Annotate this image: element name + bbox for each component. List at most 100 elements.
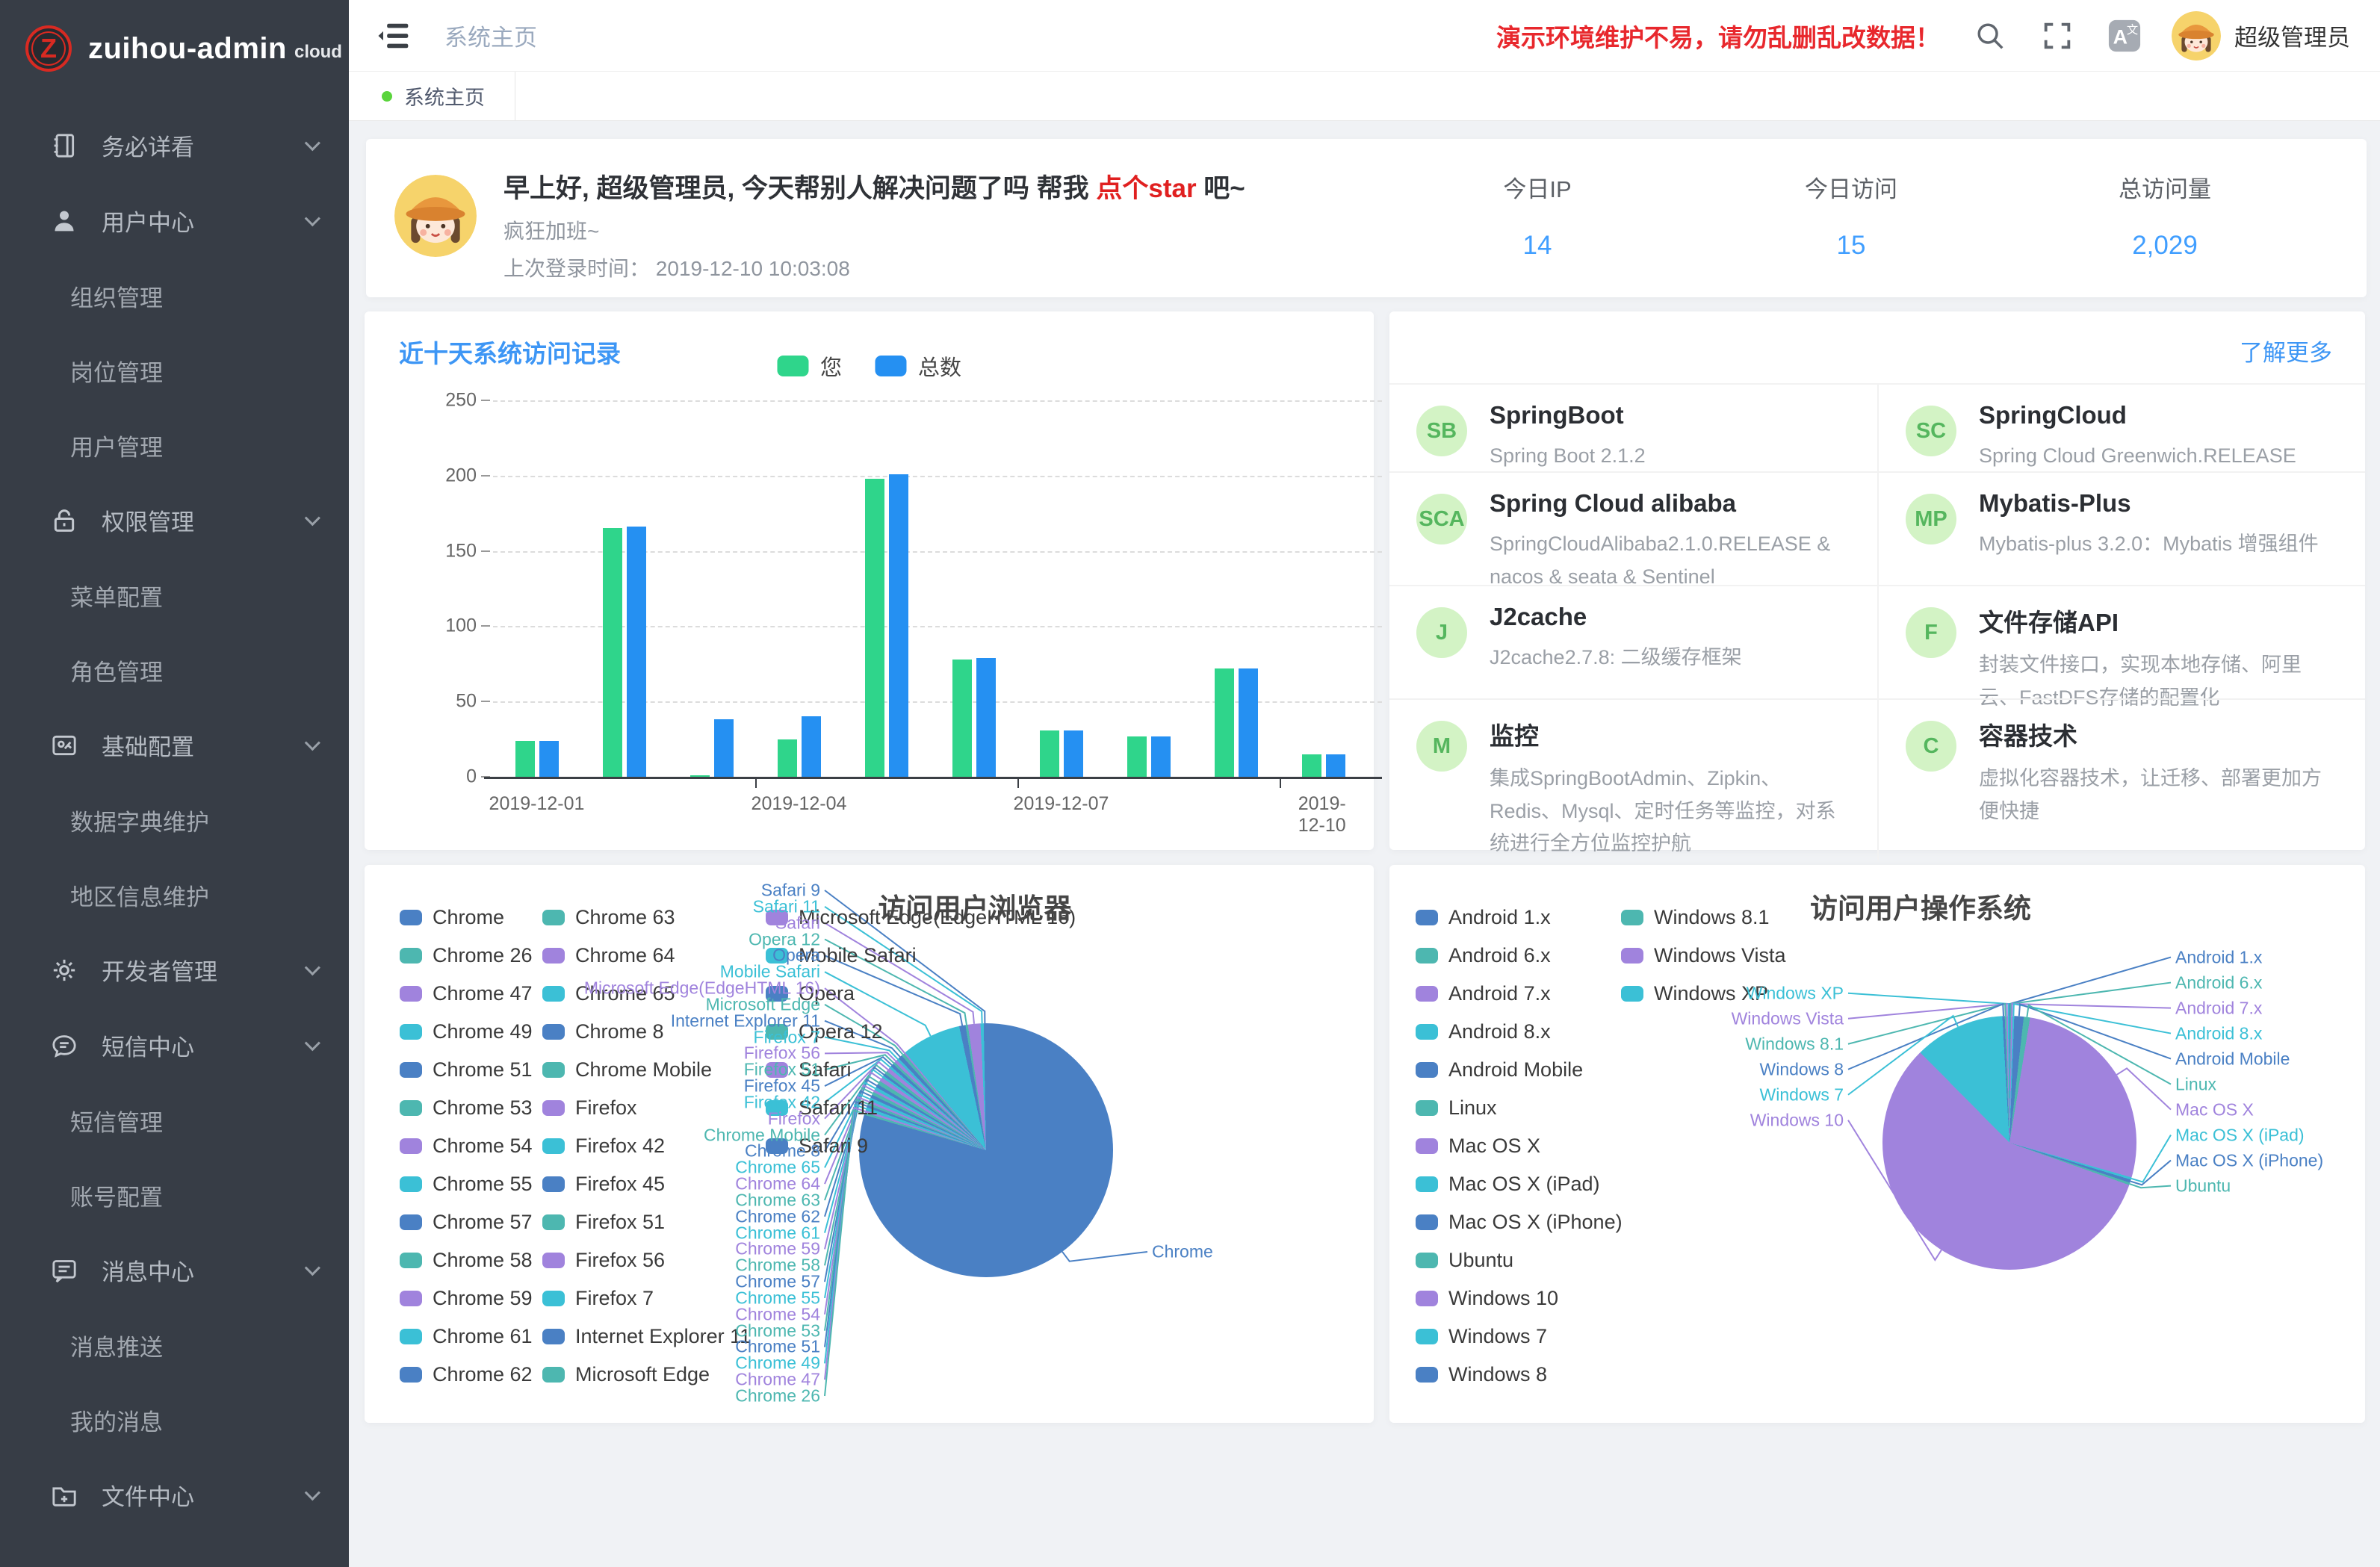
pie-callout-Windows Vista: Windows Vista <box>1389 1008 1844 1028</box>
demo-warning-text: 演示环境维护不易，请勿乱删乱改数据！ <box>1496 18 1940 54</box>
sidebar-subitem-1-1[interactable]: 岗位管理 <box>0 333 349 408</box>
tech-item-desc: J2cache2.7.8: 二级缓存框架 <box>1490 642 1742 674</box>
bar-总数-2019-12-10 <box>1326 754 1345 777</box>
greeting-card: 早上好, 超级管理员, 今天帮别人解决问题了吗 帮我 点个star 吧~ 疯狂加… <box>366 139 2367 297</box>
legend-item-Windows 8.1[interactable]: Windows 8.1 <box>1621 906 1770 929</box>
os-chart-card: 访问用户操作系统 Android 1.xAndroid 6.xAndroid 7… <box>1389 865 2365 1423</box>
sidebar-item-label: 文件中心 <box>102 1478 194 1512</box>
sidebar-item-5[interactable]: 短信中心 <box>0 1008 349 1083</box>
tech-grid: SB SpringBootSpring Boot 2.1.2 SCSpringClo… <box>1389 383 2365 840</box>
tech-item-body: J2cacheJ2cache2.7.8: 二级缓存框架 <box>1490 603 1742 698</box>
tech-item-name: Spring Cloud alibaba <box>1490 489 1850 518</box>
tech-abbr-icon: SB <box>1416 406 1467 456</box>
legend-item-Windows Vista[interactable]: Windows Vista <box>1621 944 1786 967</box>
pie-callout-Android 1.x: Android 1.x <box>2175 947 2359 967</box>
bar-总数-2019-12-08 <box>1151 736 1171 777</box>
sidebar-subitem-2-1[interactable]: 角色管理 <box>0 633 349 707</box>
tech-abbr-icon: M <box>1416 721 1467 772</box>
legend-item-Windows 8[interactable]: Windows 8 <box>1416 1363 1547 1386</box>
pie-callout-Chrome 26: Chrome 26 <box>365 1386 820 1406</box>
y-axis-tick-label: 200 <box>387 465 477 486</box>
sidebar-item-0[interactable]: 务必详看 <box>0 108 349 183</box>
tech-item-desc: Spring Cloud Greenwich.RELEASE <box>1979 440 2296 473</box>
legend-swatch <box>1416 1291 1438 1306</box>
search-icon[interactable] <box>1973 19 2007 53</box>
sidebar-item-6[interactable]: 消息中心 <box>0 1232 349 1308</box>
x-axis-tick-label: 2019-12-10 <box>1298 793 1349 837</box>
legend-item-Mac OS X[interactable]: Mac OS X <box>1416 1135 1540 1158</box>
sidebar-subitem-3-1[interactable]: 地区信息维护 <box>0 857 349 932</box>
tab-home[interactable]: 系统主页 <box>349 72 515 120</box>
tech-item-name: 监控 <box>1490 716 1850 752</box>
current-user-name[interactable]: 超级管理员 <box>2234 19 2350 52</box>
sidebar-item-1[interactable]: 用户中心 <box>0 183 349 258</box>
sidebar-item-4[interactable]: 开发者管理 <box>0 932 349 1008</box>
legend-swatch <box>1416 1329 1438 1344</box>
legend-label: Mac OS X (iPad) <box>1448 1173 1600 1196</box>
legend-label: Windows 7 <box>1448 1325 1547 1348</box>
menu-fold-icon[interactable] <box>376 16 415 55</box>
language-icon[interactable]: A文 <box>2107 19 2142 53</box>
legend-label: Ubuntu <box>1448 1249 1513 1272</box>
bar-您-2019-12-10 <box>1302 754 1321 777</box>
legend-item-Mac OS X (iPad)[interactable]: Mac OS X (iPad) <box>1416 1173 1600 1196</box>
legend-item-Windows 7[interactable]: Windows 7 <box>1416 1325 1547 1348</box>
tech-item-7: C容器技术虚拟化容器技术，让迁移、部署更加方便快捷 <box>1877 698 2365 860</box>
bar-您-2019-12-06 <box>952 660 972 777</box>
tech-item-body: SpringBootSpring Boot 2.1.2 <box>1490 401 1646 471</box>
sidebar-subitem-6-1[interactable]: 我的消息 <box>0 1383 349 1457</box>
tech-item-body: 监控集成SpringBootAdmin、Zipkin、Redis、Mysql、定… <box>1490 716 1850 860</box>
tech-item-2: SCASpring Cloud alibabaSpringCloudAlibab… <box>1389 471 1877 585</box>
sidebar-subitem-1-2[interactable]: 用户管理 <box>0 408 349 482</box>
gear-icon <box>49 955 79 985</box>
tech-item-desc: SpringCloudAlibaba2.1.0.RELEASE & nacos … <box>1490 528 1850 593</box>
os-card-pie[interactable] <box>1882 1016 2136 1270</box>
sidebar-subitem-1-0[interactable]: 组织管理 <box>0 258 349 333</box>
sidebar-subitem-5-0[interactable]: 短信管理 <box>0 1083 349 1158</box>
pie-callout-Mac OS X (iPad): Mac OS X (iPad) <box>2175 1125 2359 1145</box>
sidebar-subitem-3-0[interactable]: 数据字典维护 <box>0 783 349 857</box>
user-avatar[interactable] <box>2172 11 2221 60</box>
tech-item-0: SB SpringBootSpring Boot 2.1.2 <box>1389 383 1877 471</box>
legend-swatch <box>1621 948 1643 964</box>
chevron-down-icon <box>305 1035 320 1051</box>
sidebar-subitem-6-0[interactable]: 消息推送 <box>0 1308 349 1383</box>
tech-item-1: SCSpringCloudSpring Cloud Greenwich.RELE… <box>1877 383 2365 471</box>
legend-label: Android 1.x <box>1448 906 1551 929</box>
app-title: zuihou-admin <box>88 32 287 66</box>
breadcrumb: 系统主页 <box>444 19 537 52</box>
visit-bar-chart[interactable]: 0501001502002502019-12-012019-12-042019-… <box>365 311 1374 850</box>
brw-card-pie[interactable] <box>859 1023 1113 1277</box>
sidebar-item-2[interactable]: 权限管理 <box>0 482 349 558</box>
legend-item-Android 6.x[interactable]: Android 6.x <box>1416 944 1551 967</box>
star-link[interactable]: 点个star <box>1096 174 1196 203</box>
bar-您-2019-12-02 <box>603 528 622 777</box>
tech-item-6: M 监控集成SpringBootAdmin、Zipkin、Redis、Mysql、… <box>1389 698 1877 860</box>
sidebar-subitem-5-1[interactable]: 账号配置 <box>0 1158 349 1232</box>
pie-callout-Android 6.x: Android 6.x <box>2175 972 2359 993</box>
legend-item-Mac OS X (iPhone)[interactable]: Mac OS X (iPhone) <box>1416 1211 1623 1234</box>
sidebar-item-7[interactable]: 文件中心 <box>0 1457 349 1533</box>
legend-label: Windows Vista <box>1654 944 1786 967</box>
tech-item-name: Mybatis-Plus <box>1979 489 2319 518</box>
legend-item-Android 1.x[interactable]: Android 1.x <box>1416 906 1551 929</box>
chevron-down-icon <box>305 735 320 751</box>
tech-item-name: 文件存储API <box>1979 603 2338 639</box>
stat-2: 总访问量2,029 <box>2008 170 2322 261</box>
sidebar-item-3[interactable]: 基础配置 <box>0 707 349 783</box>
stat-label: 总访问量 <box>2008 170 2322 204</box>
fullscreen-icon[interactable] <box>2040 19 2074 53</box>
legend-item-Windows 10[interactable]: Windows 10 <box>1416 1287 1558 1310</box>
app-title-suffix: cloud <box>294 42 342 63</box>
sidebar-item-label: 权限管理 <box>102 503 194 537</box>
sidebar-subitem-2-0[interactable]: 菜单配置 <box>0 558 349 633</box>
message-icon <box>49 1256 79 1285</box>
learn-more-link[interactable]: 了解更多 <box>2240 334 2332 367</box>
legend-item-Ubuntu[interactable]: Ubuntu <box>1416 1249 1513 1272</box>
bar-您-2019-12-01 <box>515 741 535 777</box>
tech-abbr-icon: F <box>1906 607 1956 658</box>
bar-总数-2019-12-05 <box>889 474 908 777</box>
bar-总数-2019-12-04 <box>802 716 821 777</box>
legend-swatch <box>1416 1176 1438 1192</box>
y-axis-tick-label: 100 <box>387 615 477 637</box>
